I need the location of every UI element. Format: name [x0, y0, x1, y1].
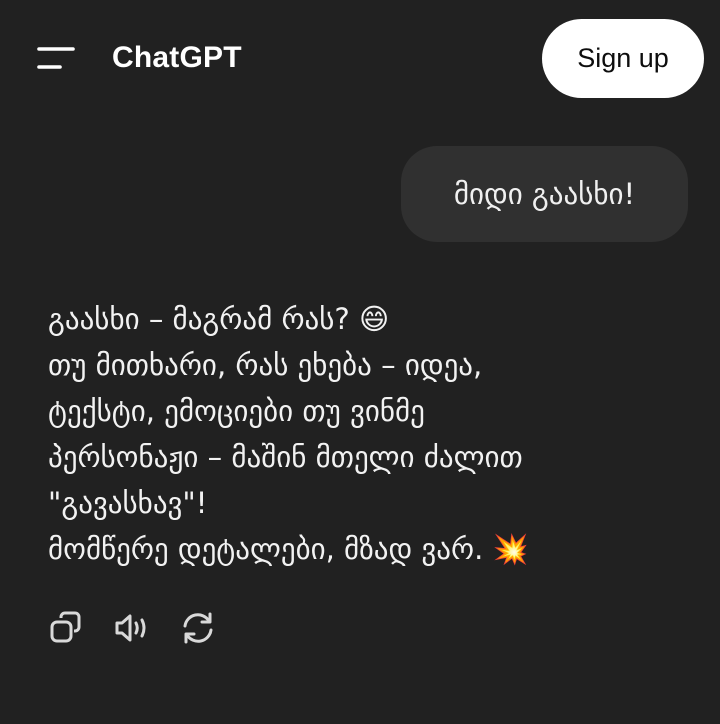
regenerate-icon: [183, 612, 213, 644]
sign-up-button[interactable]: Sign up: [542, 19, 704, 98]
user-message-text: მიდი გაასხი!: [453, 177, 636, 211]
assistant-message: გაასხი – მაგრამ რას? 😄 თუ მითხარი, რას ე…: [48, 296, 688, 572]
user-message-bubble: მიდი გაასხი!: [401, 146, 688, 242]
regenerate-button[interactable]: [176, 606, 220, 650]
assistant-line: ტექსტი, ემოციები თუ ვინმე: [48, 394, 425, 428]
read-aloud-icon: [115, 614, 146, 642]
assistant-line: თუ მითხარი, რას ეხება – იდეა,: [48, 348, 483, 382]
assistant-line: მომწერე დეტალები, მზად ვარ. 💥: [48, 532, 529, 566]
menu-button[interactable]: [30, 38, 82, 78]
app-title: ChatGPT: [112, 41, 242, 74]
top-bar: ChatGPT Sign up: [0, 0, 720, 118]
copy-button[interactable]: [44, 606, 88, 650]
read-aloud-button[interactable]: [110, 606, 154, 650]
copy-icon: [50, 611, 81, 643]
menu-icon: [37, 47, 75, 69]
assistant-line: გაასხი – მაგრამ რას? 😄: [48, 302, 390, 336]
assistant-line: "გავასხავ"!: [48, 486, 208, 520]
assistant-line: პერსონაჟი – მაშინ მთელი ძალით: [48, 440, 523, 474]
message-action-bar: [44, 606, 242, 650]
